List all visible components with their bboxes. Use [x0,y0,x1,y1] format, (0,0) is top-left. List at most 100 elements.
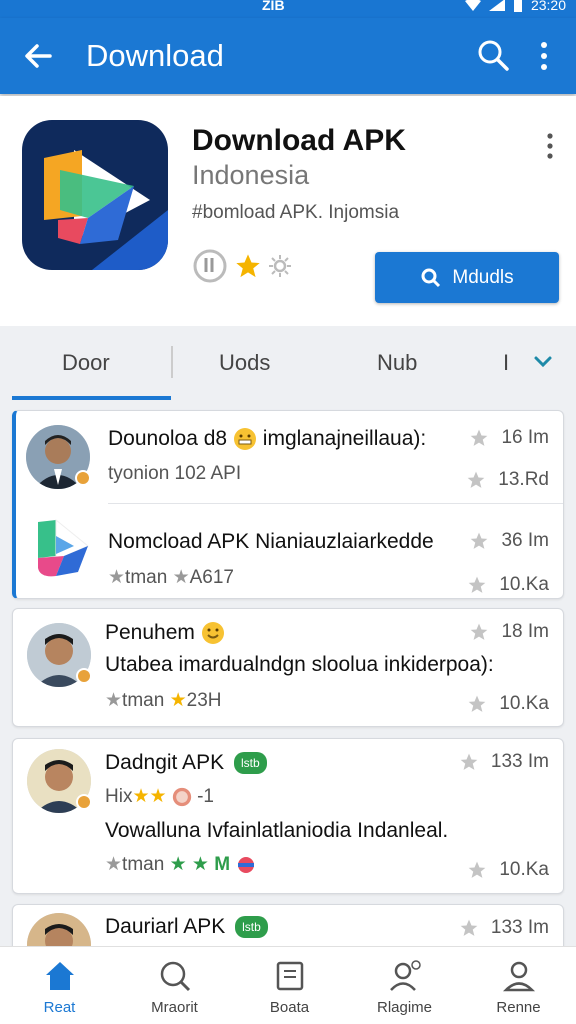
list-card[interactable]: Dadngit APK lstb Hix★★ -1 Vowalluna Ivfa… [12,738,564,894]
chevron-down-icon[interactable] [532,350,554,372]
smile-emoji-icon [201,622,224,645]
install-button-label: Mdudls [452,266,514,288]
list-card[interactable]: Penuhem Utabea imardualndgn sloolua inki… [12,608,564,727]
download-count-icon [193,249,227,283]
app-tag: #bomload APK. Injomsia [192,202,400,223]
nav-home[interactable]: Reat [2,959,117,1016]
list-item-meta-top: 16 Im [469,427,549,449]
search-icon[interactable] [476,38,510,72]
title-text: Penuhem [105,621,195,644]
list-item[interactable]: Nomcload APK Nianiauzlaiarkedde ★tman ★A… [16,504,563,599]
signal-icon [488,0,505,11]
star-outline-icon [471,429,488,446]
sub-text: A617 [189,567,234,588]
tab-nub[interactable]: Nub [377,350,417,376]
list-item-meta-top: 18 Im [469,621,549,643]
sub-text: 23H [186,690,222,711]
more-vert-icon[interactable] [530,40,558,72]
meta-bottom-text: 10.Ka [499,859,549,880]
app-logo-small-icon [30,516,94,580]
settings-gear-icon [269,255,291,277]
sub2-prefix: tman [122,854,165,875]
verified-badge-icon [76,794,92,810]
tab-uods[interactable]: Uods [219,350,270,376]
star-outline-icon [467,471,485,488]
tag-pill: lstb [233,752,267,775]
book-icon [276,961,303,991]
status-center-text: ZIB [262,0,285,13]
status-icons: 23:20 [464,0,566,13]
app-badges [192,248,292,284]
list-item-sub2: ★tman ★ ★ M [105,853,257,876]
list-item[interactable]: Dounoloa d8 imglanajneillaua): tyonion 1… [16,411,563,503]
sub-prefix: tman [122,690,165,711]
list-item-meta-top: 133 Im [459,751,549,773]
list-item-meta-bottom: 10.Ka [467,574,549,596]
meta-top-text: 133 Im [490,751,549,772]
bottom-nav: Reat Mraorit Boata Rlagime Renne [0,946,576,1024]
list-item-sub: tyonion 102 API [108,463,242,484]
meta-bottom-text: 10.Ka [499,574,549,595]
list-item-meta-top: 36 Im [469,530,549,552]
tab-bar: Door Uods Nub I [0,328,576,402]
sub-prefix: tman [125,567,168,588]
meta-bottom-text: 10.Ka [499,693,549,714]
nav-profile[interactable]: Renne [461,959,576,1016]
title-text: Dadngit APK [105,751,225,774]
list-item-sub: Hix★★ -1 [105,786,214,807]
nav-label: Boata [269,999,310,1016]
person-icon [502,961,535,992]
list-item-meta-bottom: 10.Ka [467,859,549,881]
list-item-title: Dauriarl APK lstb [105,915,268,939]
sub-prefix: Hix [105,786,133,807]
meta-top-text: 16 Im [501,427,549,448]
list-item-title: Dadngit APK lstb [105,751,267,775]
nav-label: Reat [43,999,76,1016]
sub-suffix: -1 [197,786,214,807]
list-item-meta-bottom: 13.Rd [466,469,549,491]
wifi-icon [464,0,481,11]
app-bar-title: Download [86,38,224,73]
search-icon [160,961,190,992]
list-item-title: Nomcload APK Nianiauzlaiarkedde [108,530,434,553]
people-icon [389,960,421,991]
star-icon [236,254,260,278]
back-arrow-icon[interactable] [20,38,56,74]
home-icon [45,962,74,990]
star-outline-icon [469,861,486,878]
nav-search[interactable]: Mraorit [117,959,232,1016]
star-outline-icon [469,576,486,593]
list-item-desc: Utabea imardualndgn sloolua inkiderpoa): [105,653,494,676]
download-icon [421,268,441,287]
status-time: 23:20 [530,0,566,13]
verified-badge-icon [75,470,91,486]
grimace-emoji-icon [233,428,256,451]
star-outline-icon [471,623,488,640]
tab-more[interactable]: I [503,350,509,376]
nav-books[interactable]: Boata [232,959,347,1016]
sub2-text: M [214,854,231,875]
face-emoji-icon [172,787,191,807]
star-outline-icon [460,753,478,770]
tab-indicator [12,396,171,400]
list-item-title: Dounoloa d8 imglanajneillaua): [108,427,426,451]
app-name: Download APK [192,124,406,157]
list-item-sub: ★tman ★A617 [108,567,234,588]
tag-pill: lstb [235,916,268,939]
meta-top-text: 18 Im [501,621,549,642]
tab-door[interactable]: Door [62,350,110,376]
star-outline-icon [460,919,478,936]
nav-people[interactable]: Rlagime [347,959,462,1016]
verified-badge-icon [76,668,92,684]
app-bar: Download [0,18,576,94]
meta-top-text: 133 Im [490,917,549,938]
title-text: Dounoloa d8 [108,427,228,450]
meta-bottom-text: 13.Rd [498,469,549,490]
install-button[interactable]: Mdudls [375,252,559,303]
list-item-sub: ★tman ★23H [105,690,222,711]
tab-divider [171,346,173,378]
app-subtitle: Indonesia [192,160,310,190]
battery-icon [513,0,522,12]
app-header: Download APK Indonesia #bomload APK. Inj… [0,96,576,326]
app-more-icon[interactable] [540,132,560,160]
